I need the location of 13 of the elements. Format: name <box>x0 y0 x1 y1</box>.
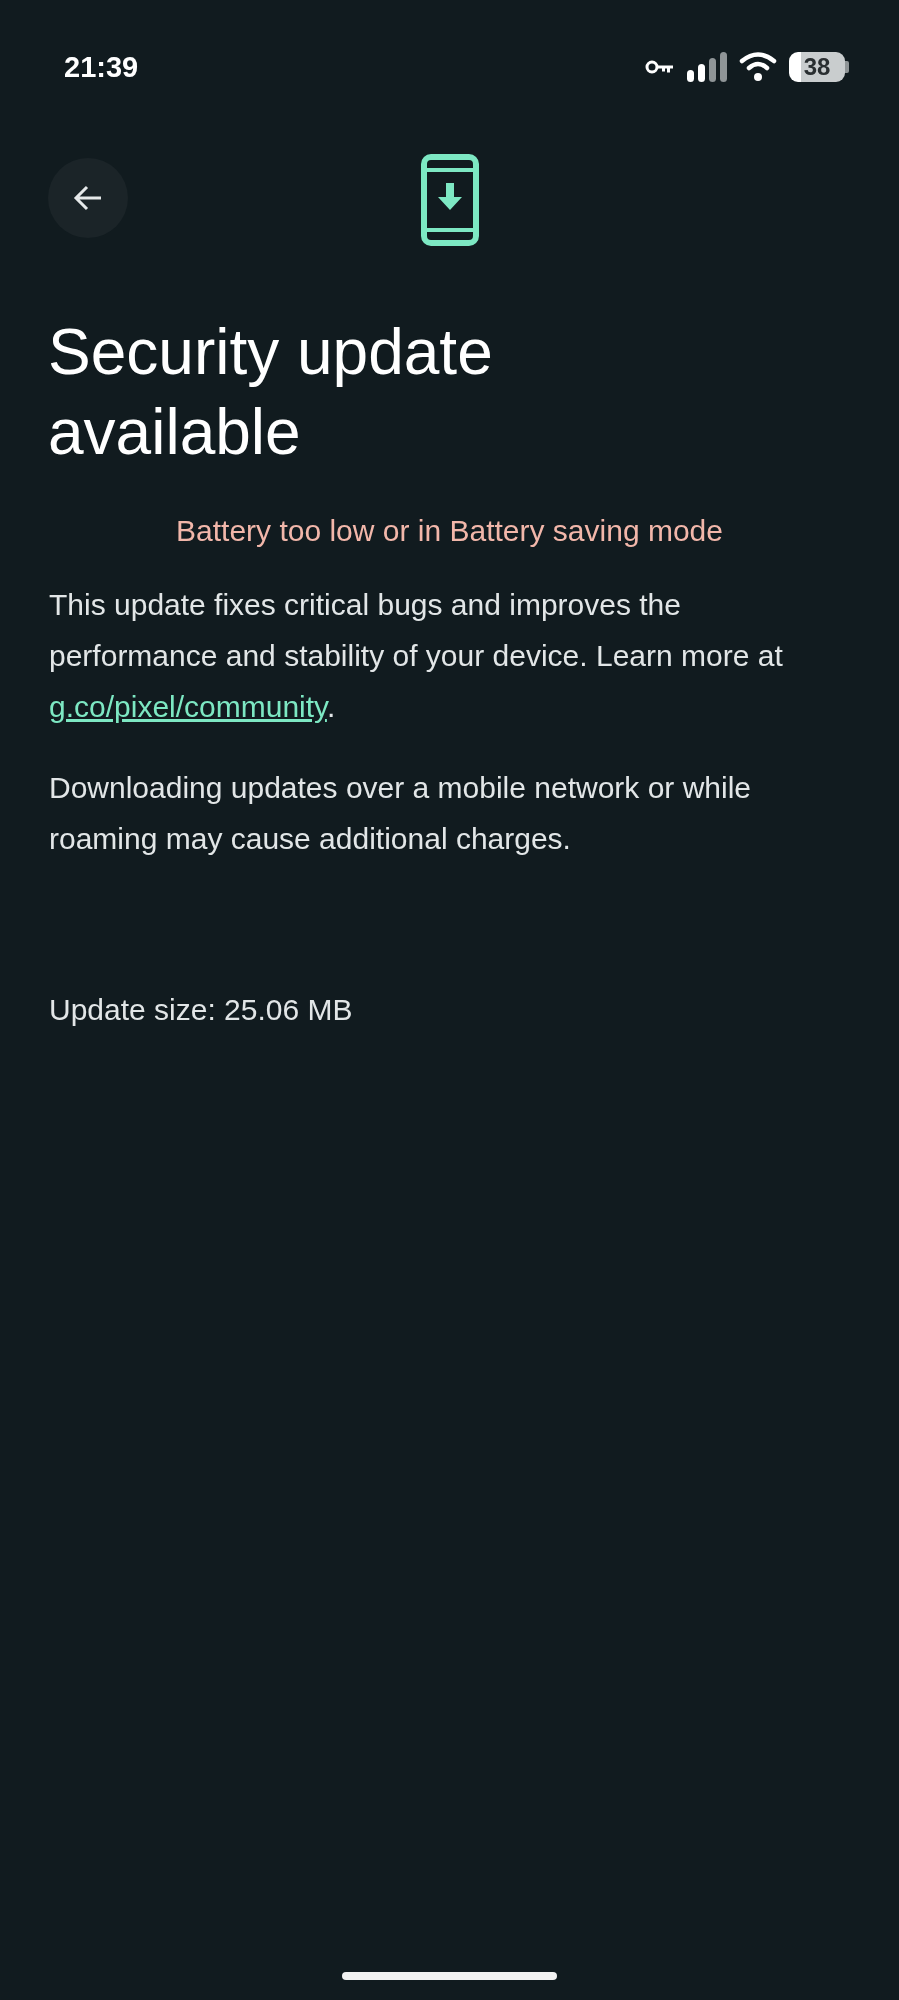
wifi-icon <box>739 52 777 82</box>
page-title: Security update available <box>48 315 494 470</box>
battery-level: 38 <box>789 52 845 82</box>
clock: 21:39 <box>64 50 139 85</box>
warning-message: Battery too low or in Battery saving mode <box>176 514 723 547</box>
signal-icon <box>687 52 727 82</box>
community-link[interactable]: g.co/pixel/community <box>49 690 327 723</box>
notice-text: Downloading updates over a mobile network or while roaming may cause additional charges. <box>49 770 753 857</box>
phone-download-icon <box>421 154 479 246</box>
key-icon <box>645 59 675 75</box>
update-size-text: Update size: 25.06 MB <box>49 992 354 1028</box>
description-text: This update fixes critical bugs and improves the performance and stability of your device. Learn more at g.co/pixel/community. <box>49 587 784 725</box>
back-arrow-icon <box>73 184 103 212</box>
